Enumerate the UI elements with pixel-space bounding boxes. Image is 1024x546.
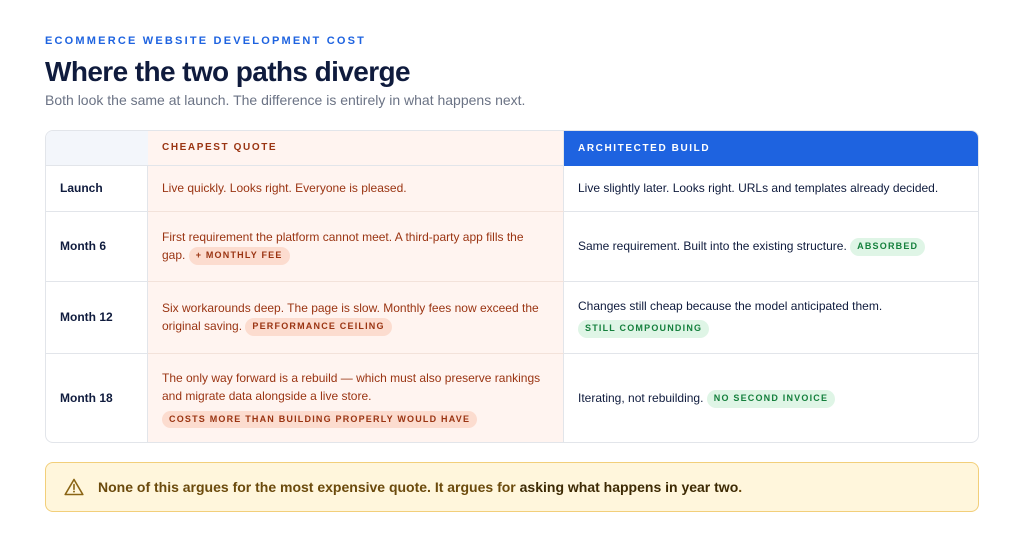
page-subtitle: Both look the same at launch. The differ… <box>45 92 526 108</box>
arch-cell-launch: Live slightly later. Looks right. URLs a… <box>564 166 978 212</box>
cheap-text: Live quickly. Looks right. Everyone is p… <box>162 181 407 196</box>
cheap-cell-month-18: The only way forward is a rebuild — whic… <box>148 354 564 442</box>
warning-icon <box>64 478 84 496</box>
row-label-launch: Launch <box>46 166 148 212</box>
cheap-cell-launch: Live quickly. Looks right. Everyone is p… <box>148 166 564 212</box>
callout-suffix: . <box>738 479 743 495</box>
page-title: Where the two paths diverge <box>45 56 411 87</box>
benefit-tag: STILL COMPOUNDING <box>578 320 710 339</box>
column-header-architected: ARCHITECTED BUILD <box>564 131 978 166</box>
cheap-text: The only way forward is a rebuild — whic… <box>162 370 541 404</box>
arch-text: Iterating, not rebuilding. <box>578 391 704 406</box>
arch-cell-month-18: Iterating, not rebuilding. NO SECOND INV… <box>564 354 978 442</box>
cost-tag: COSTS MORE THAN BUILDING PROPERLY WOULD … <box>162 410 478 429</box>
arch-cell-month-12: Changes still cheap because the model an… <box>564 282 978 354</box>
cost-tag: PERFORMANCE CEILING <box>245 318 392 337</box>
row-label-month-6: Month 6 <box>46 212 148 282</box>
benefit-tag: ABSORBED <box>850 238 926 256</box>
callout-emphasis: asking what happens in year two <box>519 479 739 495</box>
column-header-cheapest: CHEAPEST QUOTE <box>148 131 564 166</box>
cheap-cell-month-12: Six workarounds deep. The page is slow. … <box>148 282 564 354</box>
callout-prefix: None of this argues for the most expensi… <box>98 479 520 495</box>
arch-text: Live slightly later. Looks right. URLs a… <box>578 181 939 196</box>
cheap-cell-month-6: First requirement the platform cannot me… <box>148 212 564 282</box>
benefit-tag: NO SECOND INVOICE <box>706 390 836 408</box>
header-empty-cell <box>46 131 148 166</box>
callout-text: None of this argues for the most expensi… <box>98 479 742 495</box>
cost-tag: + MONTHLY FEE <box>188 247 290 266</box>
row-label-month-18: Month 18 <box>46 354 148 442</box>
eyebrow: ECOMMERCE WEBSITE DEVELOPMENT COST <box>45 35 367 47</box>
arch-cell-month-6: Same requirement. Built into the existin… <box>564 212 978 282</box>
warning-callout: None of this argues for the most expensi… <box>45 462 979 512</box>
arch-text: Changes still cheap because the model an… <box>578 298 883 313</box>
arch-text: Same requirement. Built into the existin… <box>578 239 847 254</box>
comparison-table: CHEAPEST QUOTE ARCHITECTED BUILD Launch … <box>45 130 979 443</box>
row-label-month-12: Month 12 <box>46 282 148 354</box>
